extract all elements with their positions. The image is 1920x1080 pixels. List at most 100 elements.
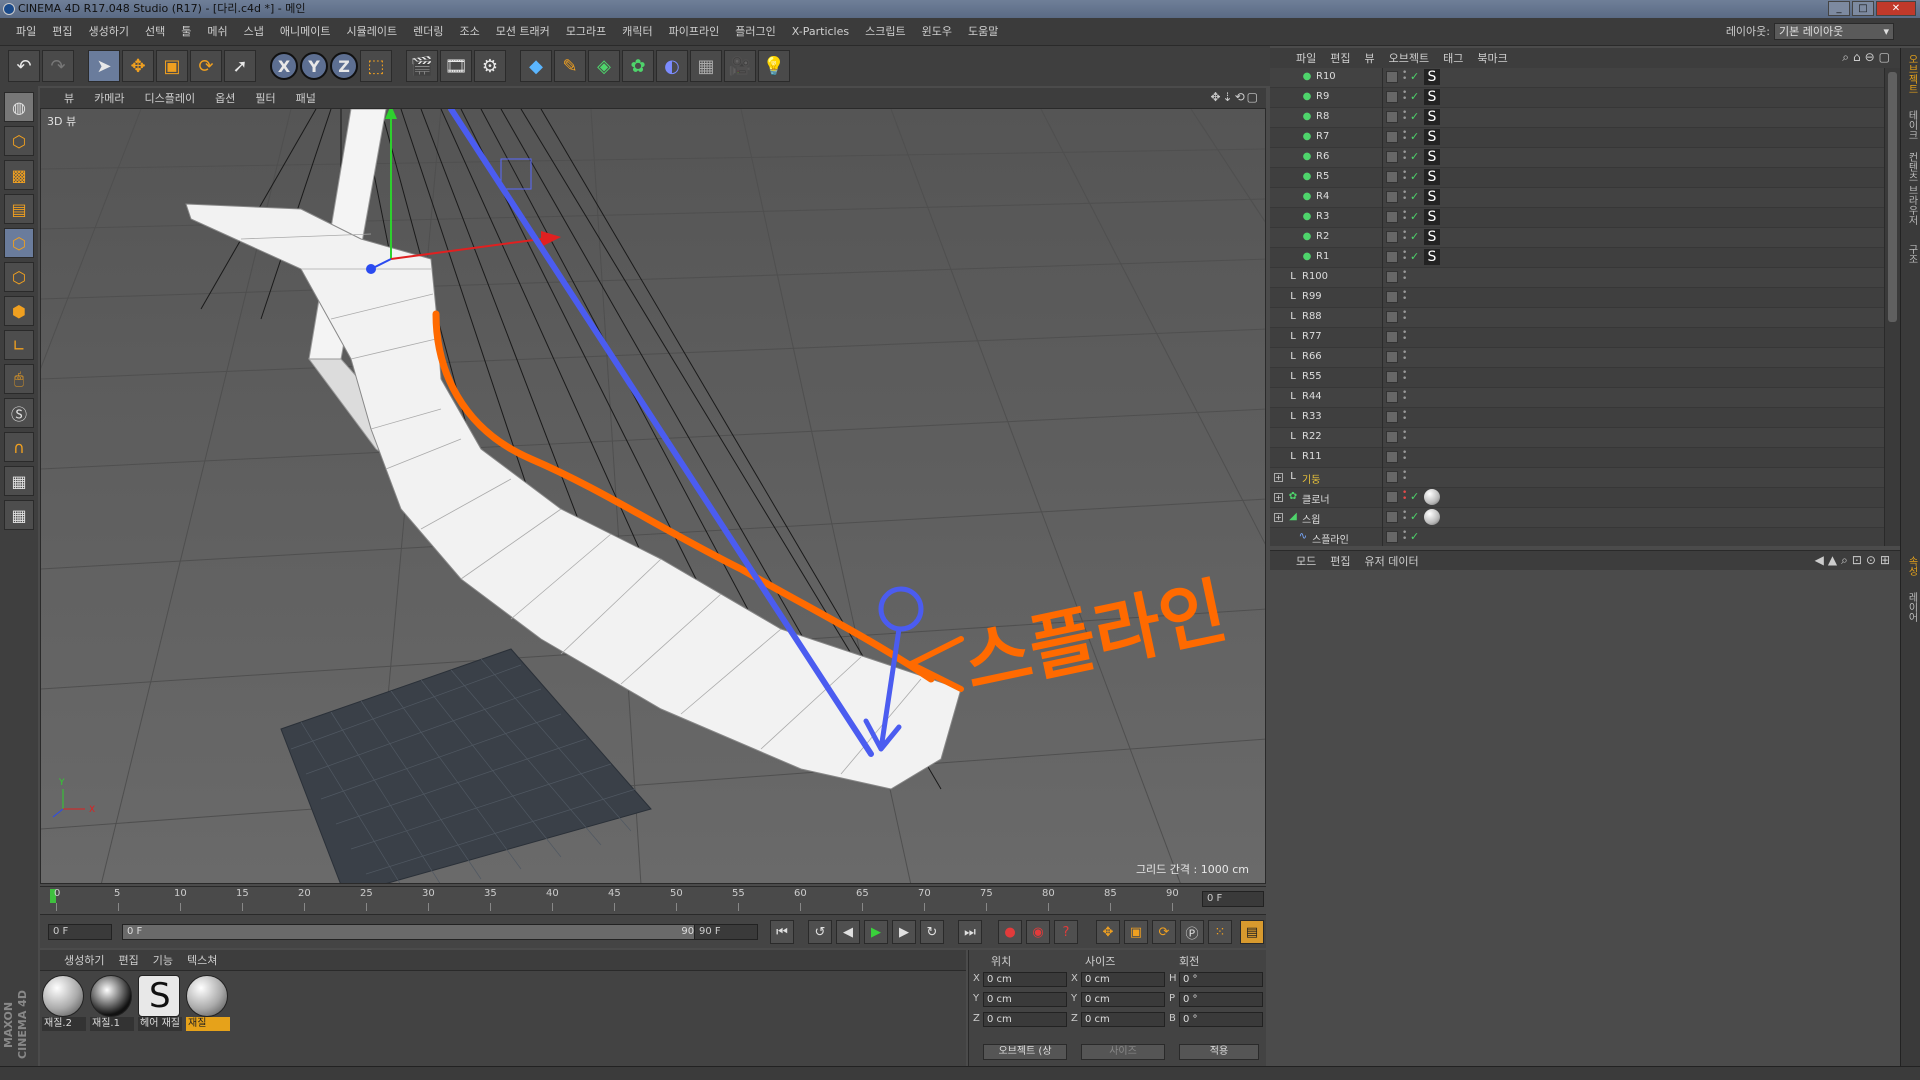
object-row[interactable]: L R11 • • (1270, 448, 1884, 468)
move-icon[interactable]: ✥ (122, 50, 154, 82)
recent-tool-icon[interactable]: ➚ (224, 50, 256, 82)
position-z-field[interactable]: 0 cm (983, 1012, 1067, 1027)
viewport-menu-panel[interactable]: 패널 (296, 90, 316, 106)
am-menu-mode[interactable]: 모드 (1296, 553, 1316, 569)
tab-content-browser[interactable]: 컨텐츠 브라우저 (1903, 152, 1919, 225)
size-z-field[interactable]: 0 cm (1081, 1012, 1165, 1027)
next-key-icon[interactable]: ↻ (920, 920, 944, 944)
layer-color-swatch[interactable] (1386, 111, 1398, 123)
edges-mode-icon[interactable]: ⬡ (4, 262, 34, 292)
redo-icon[interactable]: ↷ (42, 50, 74, 82)
visibility-dots-icon[interactable]: • • (1402, 69, 1407, 84)
go-to-end-icon[interactable]: ⏭ (958, 920, 982, 944)
size-mode-select[interactable]: 사이즈 (1081, 1044, 1165, 1060)
next-frame-icon[interactable]: ▶ (892, 920, 916, 944)
om-menu-objects[interactable]: 오브젝트 (1389, 50, 1429, 66)
object-row[interactable]: L R99 • • (1270, 288, 1884, 308)
object-row[interactable]: ● R9 • • ✓ S (1270, 88, 1884, 108)
om-menu-edit[interactable]: 편집 (1330, 50, 1350, 66)
viewport-menu-options[interactable]: 옵션 (215, 90, 235, 106)
preview-range-slider[interactable]: 0 F 90 F (122, 924, 722, 940)
layer-color-swatch[interactable] (1386, 411, 1398, 423)
expand-toggle-icon[interactable]: + (1274, 513, 1283, 522)
render-settings-icon[interactable]: ⚙ (474, 50, 506, 82)
start-frame-field[interactable]: 0 F (48, 924, 112, 940)
om-menu-file[interactable]: 파일 (1296, 50, 1316, 66)
layout-select[interactable]: 기본 레이아웃 (1774, 23, 1894, 40)
object-row[interactable]: L R88 • • (1270, 308, 1884, 328)
live-select-icon[interactable]: ➤ (88, 50, 120, 82)
hair-material-tag-icon[interactable]: S (1424, 169, 1440, 185)
layer-color-swatch[interactable] (1386, 511, 1398, 523)
size-y-field[interactable]: 0 cm (1081, 992, 1165, 1007)
spline-pen-icon[interactable]: ✎ (554, 50, 586, 82)
visibility-dots-icon[interactable]: • • (1402, 209, 1407, 224)
object-row[interactable]: ● R8 • • ✓ S (1270, 108, 1884, 128)
material-swatch[interactable]: 재질.1 (90, 975, 134, 1031)
object-row[interactable]: L R66 • • (1270, 348, 1884, 368)
rotation-b-field[interactable]: 0 ° (1179, 1012, 1263, 1027)
am-menu-user-data[interactable]: 유저 데이터 (1365, 553, 1419, 569)
record-point-level-icon[interactable]: ⁙ (1208, 920, 1232, 944)
coordinate-mode-select[interactable]: 오브젝트 (상 (983, 1044, 1067, 1060)
undo-icon[interactable]: ↶ (8, 50, 40, 82)
cube-object-icon[interactable]: ◆ (520, 50, 552, 82)
viewport-menu-cameras[interactable]: 카메라 (94, 90, 124, 106)
menu-snap[interactable]: 스냅 (236, 18, 272, 46)
layer-color-swatch[interactable] (1386, 291, 1398, 303)
layer-color-swatch[interactable] (1386, 91, 1398, 103)
layer-color-swatch[interactable] (1386, 531, 1398, 543)
object-row[interactable]: ● R5 • • ✓ S (1270, 168, 1884, 188)
enabled-check-icon[interactable]: ✓ (1410, 70, 1419, 83)
material-swatch[interactable]: 재질.2 (42, 975, 86, 1031)
layer-color-swatch[interactable] (1386, 331, 1398, 343)
layer-color-swatch[interactable] (1386, 311, 1398, 323)
visibility-dots-icon[interactable]: • • (1402, 369, 1407, 384)
menu-mograph[interactable]: 모그라프 (558, 18, 614, 46)
layer-color-swatch[interactable] (1386, 391, 1398, 403)
render-view-icon[interactable]: 🎬 (406, 50, 438, 82)
y-axis-lock-icon[interactable]: Y (300, 52, 328, 80)
object-row[interactable]: ● R10 • • ✓ S (1270, 68, 1884, 88)
texture-mode-icon[interactable]: ▩ (4, 160, 34, 190)
record-position-icon[interactable]: ✥ (1096, 920, 1120, 944)
record-parameter-icon[interactable]: Ⓟ (1180, 920, 1204, 944)
layer-color-swatch[interactable] (1386, 351, 1398, 363)
material-menu-create[interactable]: 생성하기 (64, 952, 104, 968)
object-manager-scroll-thumb[interactable] (1888, 72, 1897, 322)
menu-simulate[interactable]: 시뮬레이트 (338, 18, 405, 46)
record-rotation-icon[interactable]: ⟳ (1152, 920, 1176, 944)
scale-icon[interactable]: ▣ (156, 50, 188, 82)
x-axis-lock-icon[interactable]: X (270, 52, 298, 80)
layer-color-swatch[interactable] (1386, 131, 1398, 143)
hair-material-tag-icon[interactable]: S (1424, 149, 1440, 165)
menu-render[interactable]: 렌더링 (405, 18, 451, 46)
viewport-navigation-icons[interactable]: ✥⇣⟲▢ (1210, 90, 1260, 104)
maximize-button[interactable]: □ (1852, 1, 1874, 16)
visibility-dots-icon[interactable]: • • (1402, 189, 1407, 204)
tab-attributes[interactable]: 속성 (1903, 556, 1919, 576)
end-frame-field[interactable]: 90 F (694, 924, 758, 940)
material-menu-function[interactable]: 기능 (153, 952, 173, 968)
close-button[interactable]: ✕ (1876, 1, 1916, 16)
hair-material-tag-icon[interactable]: S (1424, 129, 1440, 145)
enabled-check-icon[interactable]: ✓ (1410, 110, 1419, 123)
object-manager-scrollbar[interactable] (1884, 68, 1900, 546)
keyframe-selection-icon[interactable]: ? (1054, 920, 1078, 944)
rotation-p-field[interactable]: 0 ° (1179, 992, 1263, 1007)
visibility-dots-icon[interactable]: • • (1402, 129, 1407, 144)
menu-file[interactable]: 파일 (8, 18, 44, 46)
position-x-field[interactable]: 0 cm (983, 972, 1067, 987)
object-row[interactable]: ● R3 • • ✓ S (1270, 208, 1884, 228)
object-row[interactable]: + L 기둥 • • (1270, 468, 1884, 488)
menu-sculpt[interactable]: 조소 (451, 18, 487, 46)
visibility-dots-icon[interactable]: • • (1402, 429, 1407, 444)
object-row[interactable]: L R44 • • (1270, 388, 1884, 408)
prev-frame-icon[interactable]: ◀ (836, 920, 860, 944)
visibility-dots-icon[interactable]: • • (1402, 449, 1407, 464)
layer-color-swatch[interactable] (1386, 231, 1398, 243)
enabled-check-icon[interactable]: ✓ (1410, 250, 1419, 263)
hair-material-tag-icon[interactable]: S (1424, 89, 1440, 105)
expand-toggle-icon[interactable]: + (1274, 493, 1283, 502)
cloner-icon[interactable]: ✿ (622, 50, 654, 82)
